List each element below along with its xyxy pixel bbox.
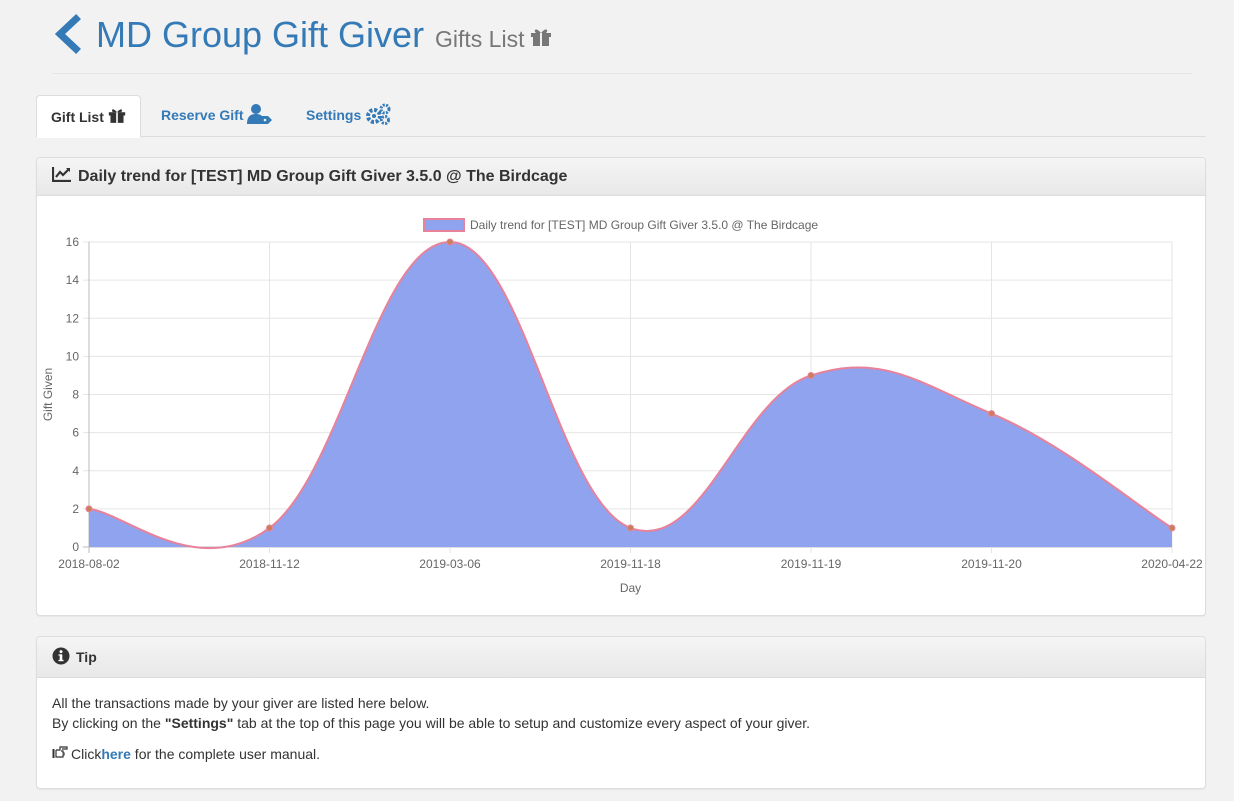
x-tick-label: 2018-11-12 bbox=[239, 557, 300, 571]
y-tick-label: 0 bbox=[72, 540, 79, 554]
tip-panel: Tip All the transactions made by your gi… bbox=[36, 636, 1206, 789]
hand-pointing-icon bbox=[52, 745, 68, 762]
tab-label: Settings bbox=[306, 107, 362, 123]
legend-label: Daily trend for [TEST] MD Group Gift Giv… bbox=[470, 218, 818, 232]
gift-icon bbox=[530, 26, 552, 53]
gears-icon bbox=[365, 103, 391, 128]
tip-title: Tip bbox=[76, 649, 97, 665]
data-point bbox=[1168, 524, 1176, 532]
tab-label: Reserve Gift bbox=[161, 107, 244, 123]
line-chart-icon bbox=[51, 166, 72, 187]
y-tick-label: 10 bbox=[66, 349, 80, 363]
tab-gift-list[interactable]: Gift List bbox=[36, 95, 141, 138]
chart-panel: Daily trend for [TEST] MD Group Gift Giv… bbox=[36, 157, 1206, 616]
tip-settings-emphasis: "Settings" bbox=[164, 715, 234, 731]
tab-settings[interactable]: Settings bbox=[306, 95, 391, 135]
x-tick-label: 2019-11-20 bbox=[961, 557, 1022, 571]
page-title: MD Group Gift Giver bbox=[96, 14, 425, 55]
chart-panel-title: Daily trend for [TEST] MD Group Gift Giv… bbox=[78, 167, 568, 185]
y-tick-label: 6 bbox=[72, 426, 79, 440]
page-subtitle: Gifts List bbox=[435, 26, 552, 53]
tab-label: Gift List bbox=[51, 108, 104, 125]
data-point bbox=[266, 524, 273, 532]
y-tick-label: 14 bbox=[66, 273, 80, 287]
y-axis-title: Gift Given bbox=[41, 368, 55, 421]
x-tick-label: 2019-11-18 bbox=[600, 557, 661, 571]
x-axis-title: Day bbox=[620, 581, 641, 595]
chart-panel-heading: Daily trend for [TEST] MD Group Gift Giv… bbox=[37, 158, 1205, 196]
x-tick-label: 2018-08-02 bbox=[58, 557, 120, 571]
tip-line-3-after: for the complete user manual. bbox=[130, 745, 321, 762]
manual-link[interactable]: here bbox=[101, 746, 131, 762]
data-point bbox=[807, 371, 815, 379]
data-point bbox=[627, 524, 634, 532]
tip-line-2: By clicking on the "Settings" tab at the… bbox=[52, 715, 810, 731]
y-tick-label: 16 bbox=[66, 235, 80, 249]
y-tick-label: 2 bbox=[72, 502, 79, 516]
subtitle-text: Gifts List bbox=[435, 26, 525, 52]
header-divider bbox=[52, 73, 1192, 74]
tip-line-1: All the transactions made by your giver … bbox=[52, 695, 430, 711]
tab-reserve-gift[interactable]: Reserve Gift bbox=[161, 95, 273, 135]
chart-body: 0 2 4 6 8 10 12 14 16 2018-08-02 2018-11-12 2019-03… bbox=[37, 196, 1205, 619]
tip-panel-heading: Tip bbox=[37, 637, 1205, 678]
data-point bbox=[85, 505, 93, 513]
tip-line-3-before: Click bbox=[71, 745, 102, 762]
data-point bbox=[446, 238, 454, 246]
back-chevron-icon[interactable] bbox=[52, 14, 82, 54]
tab-bar: Gift List Reserve Gift Settings bbox=[36, 95, 1206, 138]
data-point bbox=[988, 410, 995, 418]
legend-swatch bbox=[423, 218, 465, 232]
trend-chart: 0 2 4 6 8 10 12 14 16 2018-08-02 2018-11-12 2019-03… bbox=[41, 218, 1203, 595]
info-circle-icon bbox=[52, 647, 70, 668]
tip-line-2-after: tab at the top of this page you will be … bbox=[233, 715, 811, 731]
x-tick-label: 2019-03-06 bbox=[419, 557, 481, 571]
y-tick-label: 4 bbox=[72, 464, 79, 478]
gift-icon bbox=[108, 107, 126, 127]
tip-line-2-before: By clicking on the bbox=[52, 715, 165, 731]
user-tag-icon bbox=[247, 103, 273, 128]
y-tick-label: 12 bbox=[66, 311, 80, 325]
x-tick-label: 2019-11-19 bbox=[781, 557, 842, 571]
tip-line-3: Click here for the complete user manual. bbox=[52, 745, 320, 762]
x-tick-label: 2020-04-22 bbox=[1141, 557, 1203, 571]
y-tick-label: 8 bbox=[72, 388, 79, 402]
